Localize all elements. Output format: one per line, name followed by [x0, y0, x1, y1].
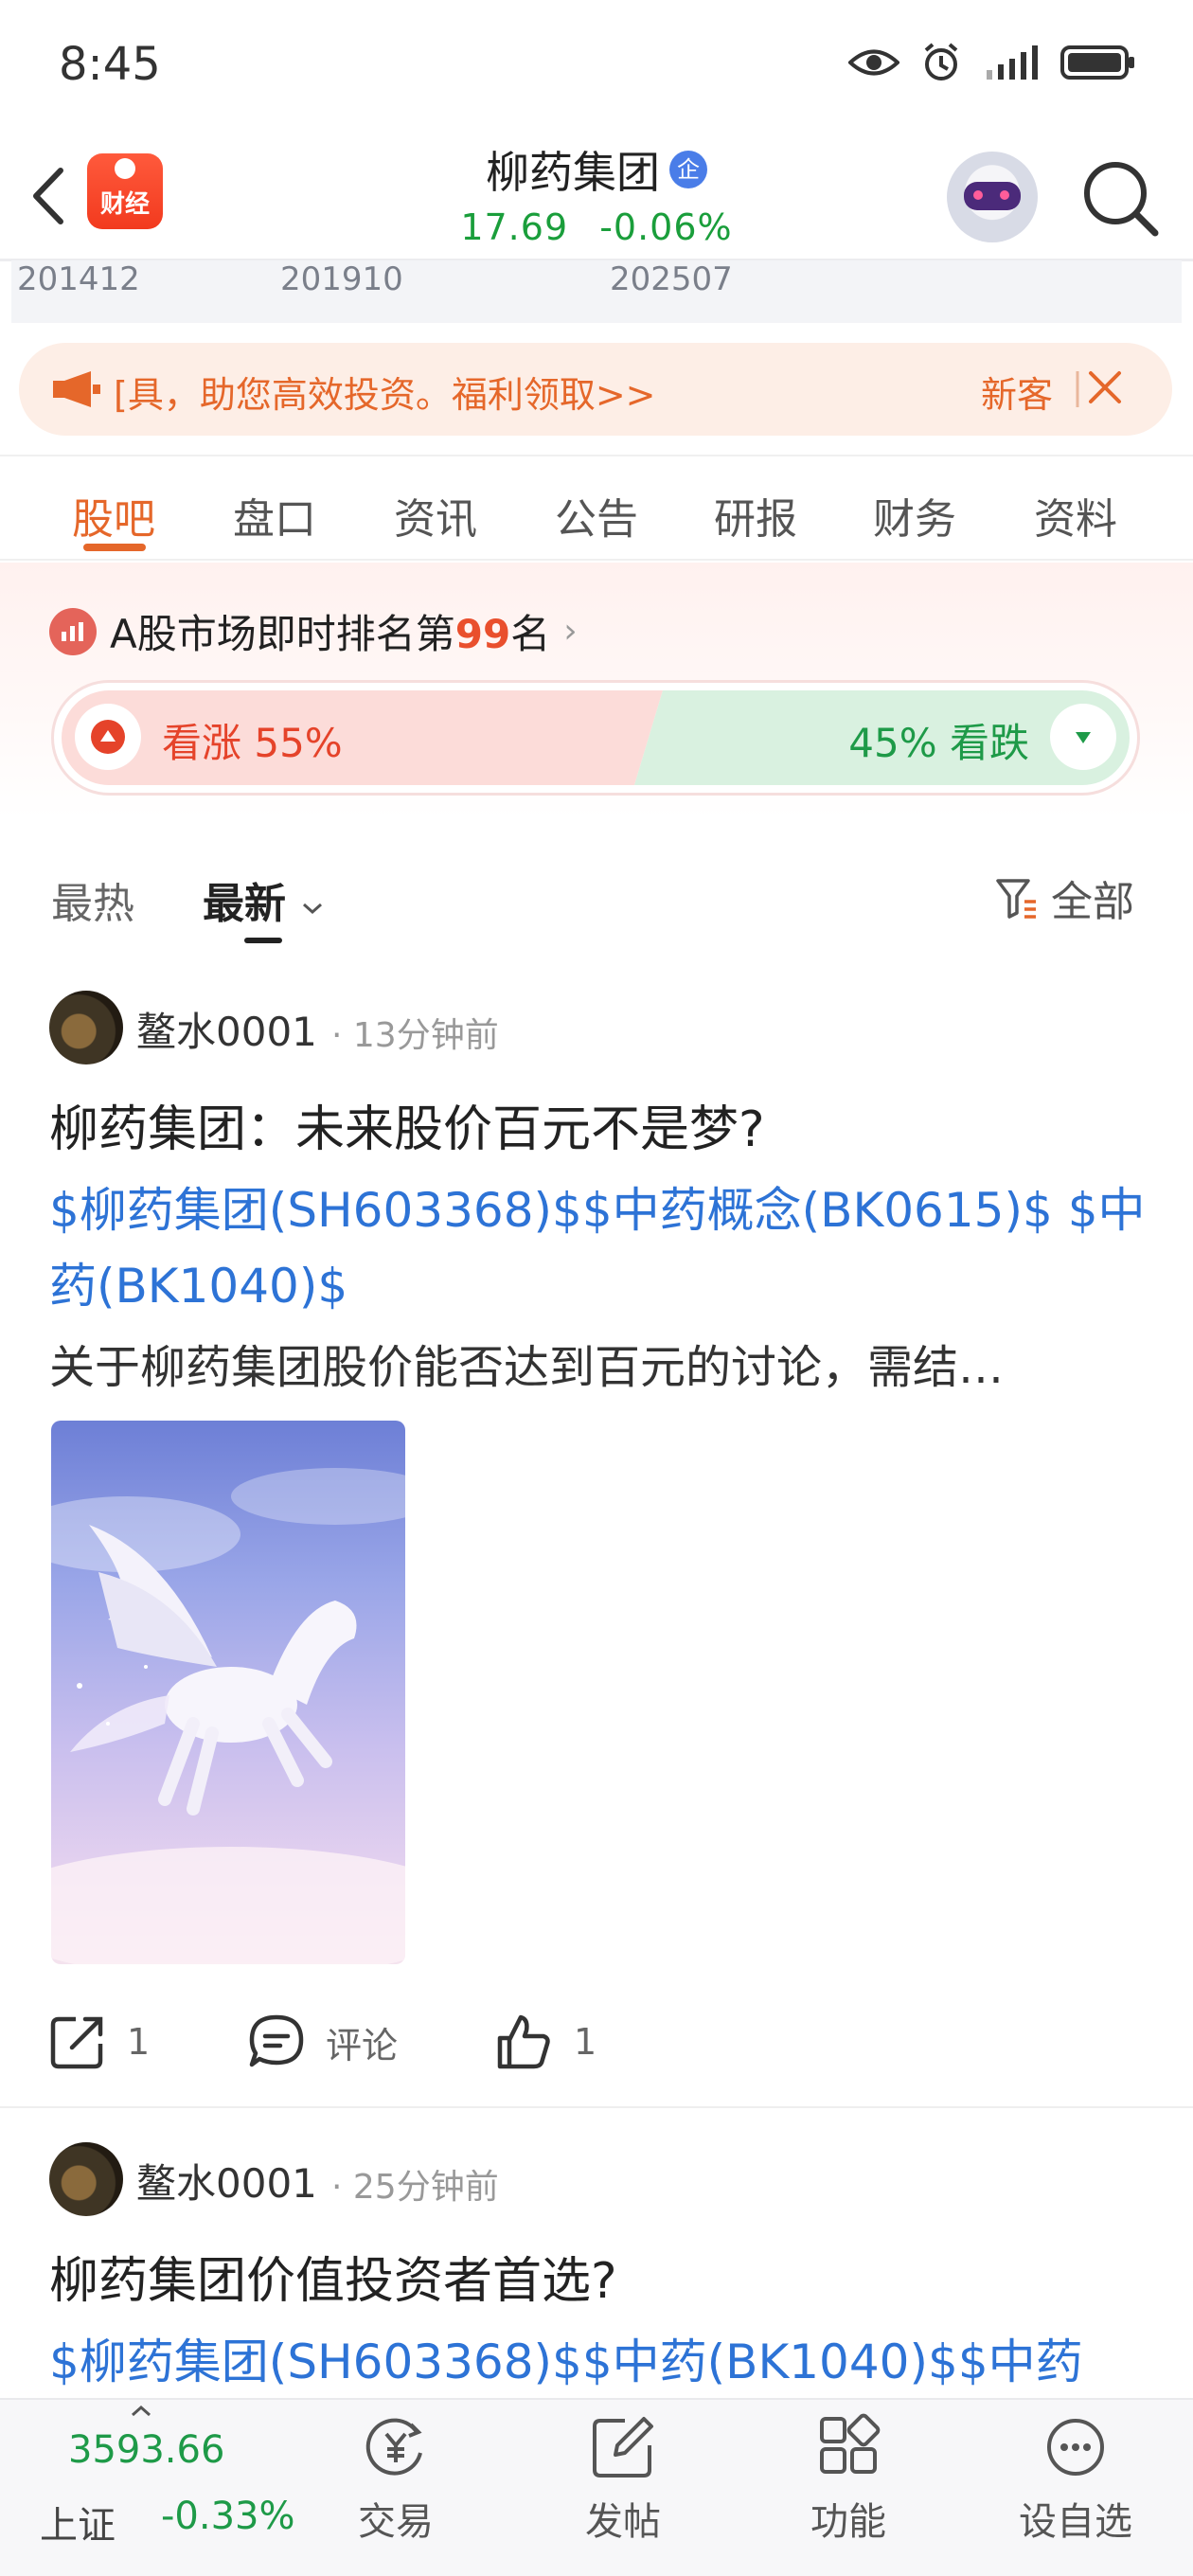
search-icon[interactable] — [1079, 157, 1161, 239]
share-icon — [50, 2016, 103, 2069]
index-name[interactable]: 上证 — [40, 2495, 116, 2549]
nav-functions-label: 功能 — [810, 2500, 886, 2544]
edit-icon — [593, 2417, 653, 2478]
bullish-fill[interactable] — [62, 690, 663, 785]
nav-functions[interactable]: 功能 — [782, 2411, 915, 2546]
sort-latest-label: 最新 — [203, 880, 286, 928]
filter-label: 全部 — [1051, 878, 1134, 926]
post-username[interactable]: 鳌水0001 — [136, 2152, 317, 2209]
close-icon[interactable] — [1076, 364, 1127, 415]
market-rank-link[interactable]: A股市场即时排名第99名 › — [49, 602, 578, 660]
eye-icon — [848, 49, 899, 76]
chevron-down-icon — [303, 903, 323, 915]
rank-suffix: 名 — [510, 611, 551, 657]
tab-news[interactable]: 资讯 — [369, 485, 502, 546]
stock-header: 财经 柳药集团 企 17.69 -0.06% — [0, 133, 1193, 260]
status-time: 8:45 — [59, 38, 161, 91]
post-excerpt[interactable]: 关于柳药集团股价能否达到百元的讨论，需结… — [49, 1330, 1148, 1396]
tab-guba[interactable]: 股吧 — [47, 485, 180, 546]
more-dots-icon — [1047, 2419, 1104, 2476]
nav-settings-watchlist[interactable]: 设自选 — [1009, 2411, 1142, 2546]
comment-icon — [249, 2014, 304, 2067]
post-time: · 25分钟前 — [331, 2168, 499, 2207]
post-username[interactable]: 鳌水0001 — [136, 1000, 317, 1058]
nav-trade[interactable]: 交易 — [329, 2411, 462, 2546]
axis-tick: 201910 — [280, 260, 403, 298]
status-bar: 8:45 — [0, 0, 1193, 133]
post-time: · 13分钟前 — [331, 1016, 499, 1055]
robot-assistant-icon[interactable] — [947, 152, 1038, 242]
sort-hot[interactable]: 最热 — [51, 869, 134, 930]
nav-trade-label: 交易 — [358, 2500, 434, 2544]
axis-tick: 202507 — [610, 260, 733, 298]
yen-cycle-icon — [365, 2418, 422, 2476]
post-stock-tags[interactable]: $柳药集团(SH603368)$$中药(BK1040)$$中药 — [49, 2324, 1148, 2398]
promo-notice-banner[interactable]: [具，助您高效投资。福利领取>> 新客 — [19, 343, 1172, 436]
arrow-down-icon[interactable] — [1050, 704, 1116, 770]
tab-finance[interactable]: 财务 — [848, 485, 981, 546]
stock-tabs: 股吧 盘口 资讯 公告 研报 财务 资料 — [0, 455, 1193, 561]
like-count: 1 — [574, 2021, 597, 2063]
post-image[interactable] — [51, 1421, 405, 1964]
avatar[interactable] — [49, 991, 123, 1064]
bottom-navigation: 3593.66 上证 -0.33% 交易 发帖 功能 设自选 — [0, 2398, 1193, 2576]
bearish-label: 45% 看跌 — [848, 720, 1029, 766]
share-count: 1 — [127, 2021, 151, 2063]
stock-name: 柳药集团 — [486, 147, 660, 198]
signal-icon — [987, 45, 1038, 80]
post-stock-tags[interactable]: $柳药集团(SH603368)$$中药概念(BK0615)$ $中药(BK104… — [49, 1172, 1148, 1324]
filter-button[interactable]: 全部 — [994, 868, 1134, 928]
rank-number: 99 — [454, 611, 511, 657]
index-change[interactable]: -0.33% — [161, 2495, 295, 2538]
sort-active-indicator — [244, 938, 282, 943]
notice-text: [具，助您高效投资。福利领取>> — [114, 374, 656, 416]
nav-settings-label: 设自选 — [1019, 2500, 1132, 2544]
chevron-right-icon: › — [563, 612, 578, 651]
nav-post[interactable]: 发帖 — [557, 2411, 689, 2546]
enterprise-badge: 企 — [669, 151, 707, 188]
chart-time-axis: 201412 201910 202507 — [11, 260, 1182, 323]
tab-research[interactable]: 研报 — [689, 485, 822, 546]
battery-icon — [1060, 45, 1134, 80]
axis-tick: 201412 — [17, 260, 140, 298]
tab-profile[interactable]: 资料 — [1009, 485, 1142, 546]
sort-latest[interactable]: 最新 — [203, 869, 325, 930]
bullish-label: 看涨 55% — [162, 720, 343, 766]
pegasus-image — [51, 1468, 405, 1964]
post-actions: 1 评论 1 — [0, 2004, 1193, 2080]
tab-pankou[interactable]: 盘口 — [208, 485, 341, 546]
tab-announcements[interactable]: 公告 — [530, 485, 663, 546]
stock-change-pct: -0.06% — [599, 206, 733, 248]
bull-bear-vote-bar: 看涨 55% 45% 看跌 — [51, 680, 1140, 796]
post-title[interactable]: 柳药集团价值投资者首选? — [49, 2241, 617, 2312]
index-value[interactable]: 3593.66 — [68, 2428, 224, 2472]
like-button[interactable]: 1 — [496, 2013, 596, 2070]
notice-new-user: 新客 — [981, 374, 1054, 416]
status-icons — [848, 42, 1136, 83]
stock-price: 17.69 — [460, 206, 569, 248]
post-divider — [0, 2106, 1193, 2108]
post-title[interactable]: 柳药集团：未来股价百元不是梦? — [49, 1089, 765, 1160]
grid-icon — [820, 2413, 881, 2474]
share-button[interactable]: 1 — [49, 2013, 150, 2070]
caret-up-icon[interactable] — [131, 2406, 151, 2417]
nav-post-label: 发帖 — [585, 2500, 661, 2544]
comment-label: 评论 — [326, 2024, 399, 2066]
comment-button[interactable]: 评论 — [248, 2013, 398, 2070]
filter-icon — [996, 879, 1036, 919]
arrow-up-icon[interactable] — [75, 704, 141, 770]
megaphone-icon — [53, 371, 100, 407]
rank-prefix: A股市场即时排名第 — [110, 611, 455, 657]
active-tab-indicator — [83, 544, 146, 551]
avatar[interactable] — [49, 2142, 123, 2216]
bar-chart-icon — [49, 607, 97, 655]
thumbs-up-icon — [497, 2014, 550, 2069]
alarm-icon — [924, 43, 958, 80]
